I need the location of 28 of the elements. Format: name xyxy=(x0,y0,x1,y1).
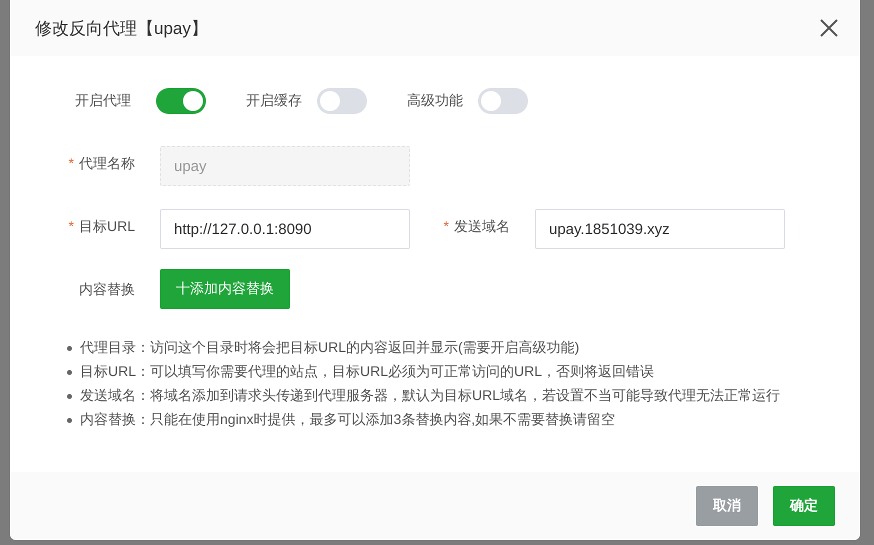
note-text: 发送域名：将域名添加到请求头传递到代理服务器，默认为目标URL域名，若设置不当可能导致代理无法正常运行 xyxy=(80,387,780,405)
input-field[interactable]: http://127.0.0.1:8090 xyxy=(160,209,410,249)
bullet-icon xyxy=(67,418,72,422)
toggle-switch[interactable] xyxy=(478,88,528,114)
required-mark: * xyxy=(68,155,74,171)
note-text: 代理目录：访问这个目录时将会把目标URL的内容返回并显示(需要开启高级功能) xyxy=(80,339,580,357)
required-mark: * xyxy=(68,218,74,234)
bullet-icon xyxy=(67,346,72,350)
switch-label: 开启缓存 xyxy=(246,92,302,110)
input-field[interactable]: upay.1851039.xyz xyxy=(535,209,785,249)
close-icon[interactable] xyxy=(820,19,838,37)
bullet-icon xyxy=(67,394,72,398)
field-label: 发送域名 xyxy=(454,218,510,234)
switch-label: 高级功能 xyxy=(407,92,463,110)
note-text: 目标URL：可以填写你需要代理的站点，目标URL必须为可正常访问的URL，否则将返回错误 xyxy=(80,363,654,381)
dialog-title: 修改反向代理【upay】 xyxy=(35,18,208,40)
required-mark: * xyxy=(444,218,449,234)
switch-label: 开启代理 xyxy=(75,92,131,110)
toggle-switch[interactable] xyxy=(317,88,367,114)
field-label: 代理名称 xyxy=(79,155,135,171)
field-label: 内容替换 xyxy=(78,280,136,299)
confirm-button[interactable]: 确定 xyxy=(773,486,835,526)
field-label: 目标URL xyxy=(78,218,135,234)
add-replace-button[interactable]: 十添加内容替换 xyxy=(160,269,290,309)
toggle-switch[interactable] xyxy=(156,88,206,114)
bullet-icon xyxy=(67,370,72,374)
cancel-button[interactable]: 取消 xyxy=(696,486,758,526)
note-text: 内容替换：只能在使用nginx时提供，最多可以添加3条替换内容,如果不需要替换请留空 xyxy=(80,411,616,429)
